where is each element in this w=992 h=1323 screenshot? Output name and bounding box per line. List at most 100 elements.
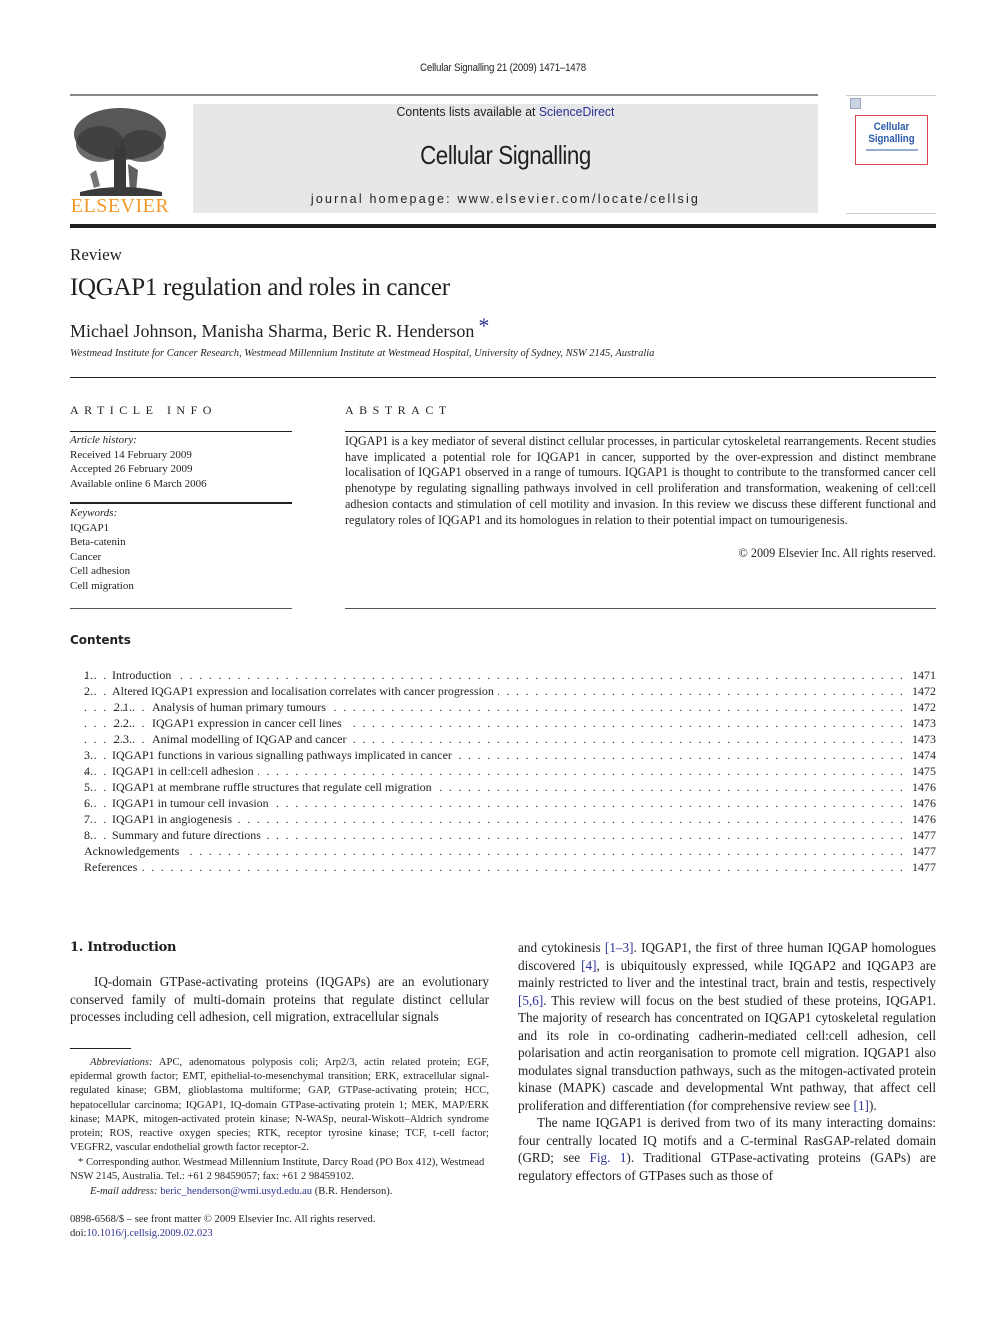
journal-homepage[interactable]: journal homepage: www.elsevier.com/locat… [193, 192, 818, 206]
citation-link[interactable]: [5,6] [518, 993, 543, 1008]
toc-entry[interactable]: 3. IQGAP1 functions in various signalling… [70, 747, 936, 763]
cover-top-rule [846, 95, 936, 96]
doi-line: doi:10.1016/j.cellsig.2009.02.023 [70, 1227, 213, 1241]
doi-link[interactable]: 10.1016/j.cellsig.2009.02.023 [86, 1228, 212, 1239]
abbreviations-label: Abbreviations: [90, 1057, 153, 1068]
online-date: Available online 6 March 2006 [70, 477, 207, 490]
abbreviations-footnote: Abbreviations: APC, adenomatous polyposi… [70, 1056, 489, 1155]
journal-name: Cellular Signalling [420, 140, 591, 170]
toc-entry-label[interactable]: Analysis of human primary tumours [152, 699, 330, 715]
toc-entry-label[interactable]: Acknowledgements [84, 843, 184, 859]
toc-entry-label[interactable]: IQGAP1 in angiogenesis [112, 811, 236, 827]
keyword: Beta-catenin [70, 536, 126, 548]
corresponding-author-footnote: * Corresponding author. Westmead Millenn… [70, 1157, 485, 1183]
abstract-bottom-rule [345, 608, 936, 609]
toc-entry-page: 1476 [906, 779, 936, 795]
toc-entry[interactable]: 2.2. IQGAP1 expression in cancer cell lin… [70, 715, 936, 731]
toc-entry[interactable]: 1. Introduction..........................… [70, 667, 936, 683]
email-suffix: (B.R. Henderson). [312, 1186, 393, 1197]
citation-link[interactable]: [1–3] [605, 940, 634, 955]
contents-prefix: Contents lists available at [396, 105, 539, 119]
toc-entry-label[interactable]: IQGAP1 functions in various signalling p… [112, 747, 456, 763]
toc-entry[interactable]: References..............................… [70, 859, 936, 875]
article-type: Review [70, 245, 122, 264]
body-paragraph: and cytokinesis [1–3]. IQGAP1, the first… [518, 939, 936, 1114]
cover-title: Cellular Signalling [860, 121, 922, 145]
article-history: Article history: Received 14 February 20… [70, 433, 207, 491]
corresponding-author-mark[interactable]: * [478, 313, 489, 338]
email-link[interactable]: beric_henderson@wmi.usyd.edu.au [160, 1186, 312, 1197]
toc-entry-label[interactable]: Animal modelling of IQGAP and cancer [152, 731, 351, 747]
abstract-rule [345, 431, 936, 432]
abbreviations-text: APC, adenomatous polyposis coli; Arp2/3,… [70, 1057, 489, 1154]
elsevier-wordmark: ELSEVIER [70, 195, 170, 217]
toc-entry[interactable]: 8. Summary and future directions.........… [70, 827, 936, 843]
cover-bottom-rule [846, 213, 936, 214]
toc-entry[interactable]: 2.3. Animal modelling of IQGAP and cancer… [70, 731, 936, 747]
body-column-right: and cytokinesis [1–3]. IQGAP1, the first… [518, 939, 936, 1184]
body-text: . This review will focus on the best stu… [518, 992, 936, 1113]
toc-entry-page: 1474 [906, 747, 936, 763]
toc-entry[interactable]: 2. Altered IQGAP1 expression and localisa… [70, 683, 936, 699]
toc-entry-page: 1475 [906, 763, 936, 779]
masthead-top-rule [70, 94, 818, 96]
citation-link[interactable]: Fig. 1 [590, 1150, 627, 1165]
toc-entry[interactable]: 7. IQGAP1 in angiogenesis................… [70, 811, 936, 827]
journal-cover[interactable]: Cellular Signalling [855, 115, 928, 165]
toc-entry-page: 1477 [906, 859, 936, 875]
citation-link[interactable]: [4] [581, 958, 596, 973]
table-of-contents: 1. Introduction..........................… [70, 667, 936, 875]
sciencedirect-link[interactable]: ScienceDirect [539, 105, 615, 119]
toc-entry[interactable]: Acknowledgements........................… [70, 843, 936, 859]
toc-entry-label[interactable]: IQGAP1 expression in cancer cell lines [152, 715, 346, 731]
citation-link[interactable]: [1] [854, 1098, 869, 1113]
keyword: Cancer [70, 550, 102, 563]
toc-entry-label[interactable]: IQGAP1 in tumour cell invasion [112, 795, 273, 811]
keywords: Keywords: IQGAP1 Beta-catenin Cancer Cel… [70, 506, 134, 593]
history-rule [70, 502, 292, 504]
author-list: Michael Johnson, Manisha Sharma, Beric R… [70, 313, 489, 343]
toc-entry[interactable]: 4. IQGAP1 in cell:cell adhesion..........… [70, 763, 936, 779]
article-info-heading: ARTICLE INFO [70, 403, 217, 417]
running-head: Cellular Signalling 21 (2009) 1471–1478 [420, 62, 586, 74]
toc-entry-label[interactable]: IQGAP1 in cell:cell adhesion [112, 763, 258, 779]
toc-entry-label[interactable]: Altered IQGAP1 expression and localisati… [112, 683, 498, 699]
authors: Michael Johnson, Manisha Sharma, Beric R… [70, 321, 475, 341]
toc-entry[interactable]: 6. IQGAP1 in tumour cell invasion........… [70, 795, 936, 811]
toc-entry-page: 1476 [906, 811, 936, 827]
doi-prefix: doi: [70, 1228, 87, 1239]
contents-available: Contents lists available at ScienceDirec… [199, 105, 812, 119]
toc-leader-dots: ........................................… [84, 860, 902, 874]
toc-entry-label[interactable]: References [84, 859, 142, 875]
toc-entry[interactable]: 5. IQGAP1 at membrane ruffle structures t… [70, 779, 936, 795]
keyword: Cell adhesion [70, 565, 131, 577]
journal-thumbnail-icon[interactable] [850, 98, 861, 109]
history-label: Article history: [70, 434, 137, 446]
toc-entry-page: 1477 [906, 827, 936, 843]
toc-entry-page: 1471 [906, 667, 936, 683]
abstract-copyright: © 2009 Elsevier Inc. All rights reserved… [738, 546, 936, 560]
keyword: IQGAP1 [70, 521, 110, 534]
body-text: and cytokinesis [518, 940, 605, 955]
toc-entry-label[interactable]: IQGAP1 at membrane ruffle structures tha… [112, 779, 436, 795]
masthead-bottom-rule [70, 224, 936, 228]
keywords-rule [70, 608, 292, 609]
cover-title-line1: Cellular [873, 121, 910, 133]
affiliation-rule [70, 377, 936, 378]
toc-entry[interactable]: 2.1. Analysis of human primary tumours...… [70, 699, 936, 715]
contents-heading: Contents [70, 633, 131, 647]
article-info-rule [70, 431, 292, 432]
affiliation: Westmead Institute for Cancer Research, … [70, 348, 655, 359]
keywords-label: Keywords: [70, 507, 118, 519]
cover-title-line2: Signalling [868, 133, 915, 145]
abstract-heading: ABSTRACT [345, 403, 452, 417]
toc-entry-page: 1472 [906, 683, 936, 699]
body-text: ). [868, 1097, 877, 1113]
section-heading-introduction: 1. Introduction [70, 940, 177, 955]
toc-entry-label[interactable]: Introduction [112, 667, 176, 683]
footnote-rule [70, 1048, 131, 1049]
toc-entry-page: 1476 [906, 795, 936, 811]
toc-entry-label[interactable]: Summary and future directions [112, 827, 265, 843]
intro-paragraph: IQ-domain GTPase-activating proteins (IQ… [70, 974, 489, 1024]
received-date: Received 14 February 2009 [70, 448, 192, 461]
